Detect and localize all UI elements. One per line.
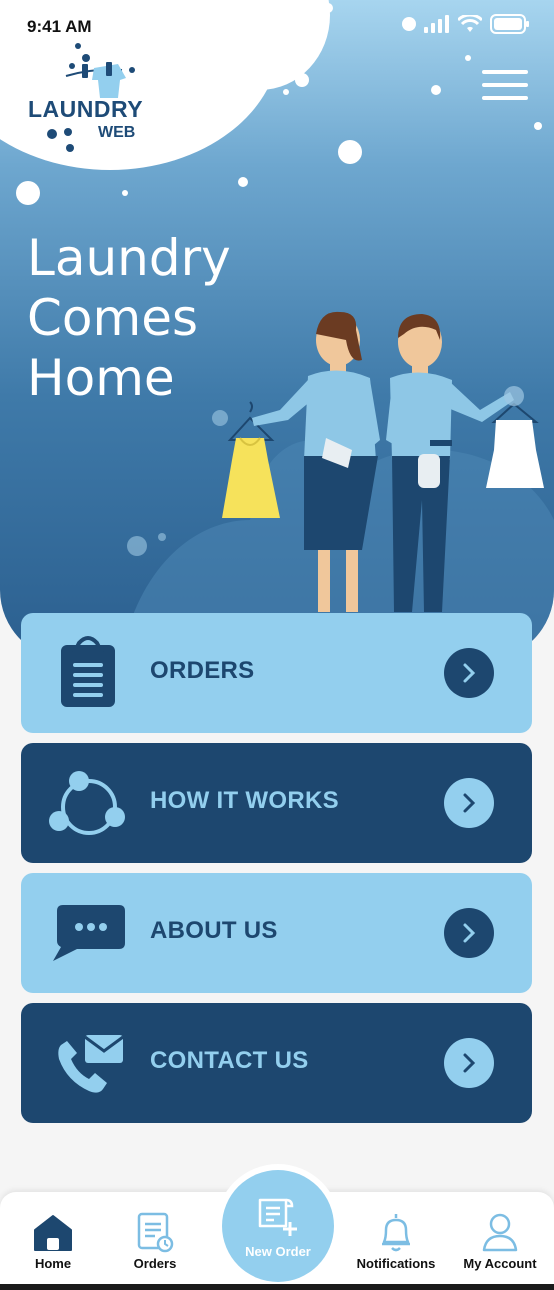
new-order-button[interactable]: New Order — [222, 1170, 334, 1282]
tab-label: Notifications — [356, 1256, 436, 1271]
tab-label: My Account — [463, 1256, 537, 1271]
orders-icon — [137, 1212, 174, 1253]
fab-label: New Order — [245, 1244, 311, 1259]
tab-home[interactable]: Home — [8, 1192, 98, 1284]
wifi-icon — [458, 15, 482, 32]
headline-line: Laundry — [27, 229, 231, 287]
clipboard-icon — [61, 636, 115, 707]
chat-bubble-icon — [53, 905, 125, 961]
menu-card-about-us[interactable]: ABOUT US — [21, 873, 532, 993]
new-order-icon — [258, 1198, 297, 1236]
card-label: CONTACT US — [150, 1047, 309, 1074]
menu-card-orders[interactable]: ORDERS — [21, 613, 532, 733]
logo-text: LAUNDRY — [28, 96, 144, 122]
hamburger-menu-icon[interactable] — [482, 68, 528, 102]
dot-icon — [402, 17, 416, 31]
user-icon — [482, 1213, 518, 1252]
chevron-right-icon[interactable] — [444, 778, 494, 828]
tab-notifications[interactable]: Notifications — [350, 1192, 442, 1284]
process-cycle-icon — [49, 771, 125, 835]
battery-icon — [490, 14, 529, 34]
tab-label: Home — [34, 1256, 72, 1271]
app-logo[interactable]: LAUNDRY WEB — [22, 40, 152, 160]
chevron-right-icon[interactable] — [444, 1038, 494, 1088]
card-label: HOW IT WORKS — [150, 787, 339, 814]
tab-my-account[interactable]: My Account — [454, 1192, 546, 1284]
phone-mail-icon — [58, 1035, 124, 1093]
bell-icon — [382, 1214, 410, 1252]
status-icons — [402, 14, 530, 34]
chevron-right-icon[interactable] — [444, 908, 494, 958]
card-label: ORDERS — [150, 657, 255, 684]
hero-banner: 9:41 AM LAUNDRY WEB Laundry Comes Home — [0, 0, 554, 660]
menu-card-contact-us[interactable]: CONTACT US — [21, 1003, 532, 1123]
menu-card-how-it-works[interactable]: HOW IT WORKS — [21, 743, 532, 863]
tab-orders[interactable]: Orders — [110, 1192, 200, 1284]
home-icon — [34, 1215, 72, 1251]
bottom-edge-bar — [0, 1284, 554, 1290]
tab-label: Orders — [133, 1256, 177, 1271]
card-label: ABOUT US — [150, 917, 278, 944]
chevron-right-icon[interactable] — [444, 648, 494, 698]
signal-icon — [424, 15, 449, 33]
logo-subtext: WEB — [98, 124, 136, 141]
status-time: 9:41 AM — [27, 17, 92, 36]
laundry-workers-illustration — [222, 311, 544, 612]
